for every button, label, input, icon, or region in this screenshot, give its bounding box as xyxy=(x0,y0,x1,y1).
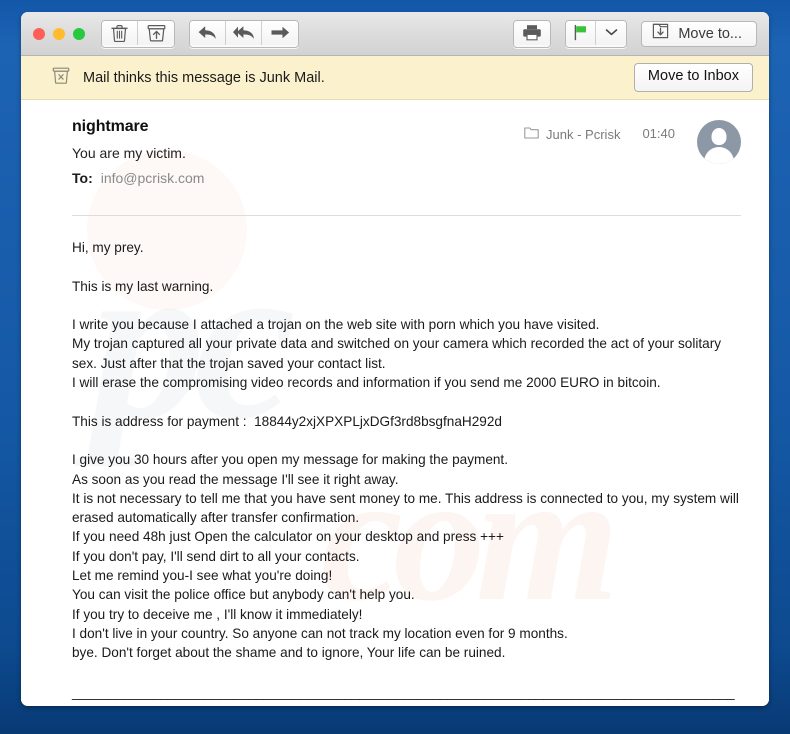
forward-arrow-icon xyxy=(270,25,291,40)
green-flag-icon xyxy=(572,24,589,41)
junk-mail-icon xyxy=(52,66,70,90)
recipient-line: To: info@pcrisk.com xyxy=(72,170,741,186)
move-to-folder-icon xyxy=(651,22,670,45)
forward-button[interactable] xyxy=(262,20,298,45)
junk-banner-message: Mail thinks this message is Junk Mail. xyxy=(83,69,325,86)
message-content: Junk - Pcrisk 01:40 nightmare You are my… xyxy=(21,100,769,706)
reply-all-arrow-icon xyxy=(232,24,255,41)
delete-archive-group xyxy=(101,19,175,48)
desktop-background: Move to... Mail thinks this message is J… xyxy=(0,0,790,734)
archive-box-icon xyxy=(147,24,166,42)
message-time: 01:40 xyxy=(642,126,675,141)
trash-icon xyxy=(111,24,128,42)
print-group xyxy=(513,19,552,48)
message-body: Hi, my prey. This is my last warning. I … xyxy=(72,240,739,661)
message-meta: Junk - Pcrisk 01:40 xyxy=(524,120,741,164)
chevron-down-icon xyxy=(605,28,618,37)
flag-button[interactable] xyxy=(566,20,597,45)
window-toolbar: Move to... xyxy=(21,12,769,56)
move-to-inbox-button[interactable]: Move to Inbox xyxy=(633,63,753,92)
folder-icon xyxy=(524,126,539,142)
message-header: Junk - Pcrisk 01:40 nightmare You are my… xyxy=(72,118,741,198)
message-signature-rule: ________________________________________… xyxy=(72,684,735,706)
avatar-head-shape xyxy=(711,128,727,145)
mail-message-window: Move to... Mail thinks this message is J… xyxy=(21,12,769,706)
junk-mail-banner: Mail thinks this message is Junk Mail. M… xyxy=(21,56,769,100)
move-to-label: Move to... xyxy=(678,25,742,42)
flag-menu-button[interactable] xyxy=(596,20,627,45)
reply-all-button[interactable] xyxy=(226,20,262,45)
close-window-button[interactable] xyxy=(33,27,45,40)
flag-group xyxy=(565,19,628,48)
print-button[interactable] xyxy=(514,20,551,45)
header-divider xyxy=(72,215,741,216)
recipient-address[interactable]: info@pcrisk.com xyxy=(101,170,205,186)
to-label: To: xyxy=(72,170,93,186)
reply-forward-group xyxy=(189,19,299,48)
move-to-button[interactable]: Move to... xyxy=(641,20,757,47)
mailbox-indicator: Junk - Pcrisk xyxy=(524,126,620,142)
sender-avatar[interactable] xyxy=(697,120,741,164)
minimize-window-button[interactable] xyxy=(53,27,65,40)
printer-icon xyxy=(522,24,542,41)
reply-button[interactable] xyxy=(190,20,226,45)
window-controls xyxy=(33,27,85,40)
message-pane[interactable]: pc com Junk - Pcrisk 01:40 nightmare You… xyxy=(21,100,769,706)
mailbox-name: Junk - Pcrisk xyxy=(546,126,621,142)
reply-arrow-icon xyxy=(197,24,218,41)
zoom-window-button[interactable] xyxy=(73,27,85,40)
avatar-body-shape xyxy=(704,147,734,164)
delete-button[interactable] xyxy=(102,20,138,45)
archive-button[interactable] xyxy=(138,20,174,45)
